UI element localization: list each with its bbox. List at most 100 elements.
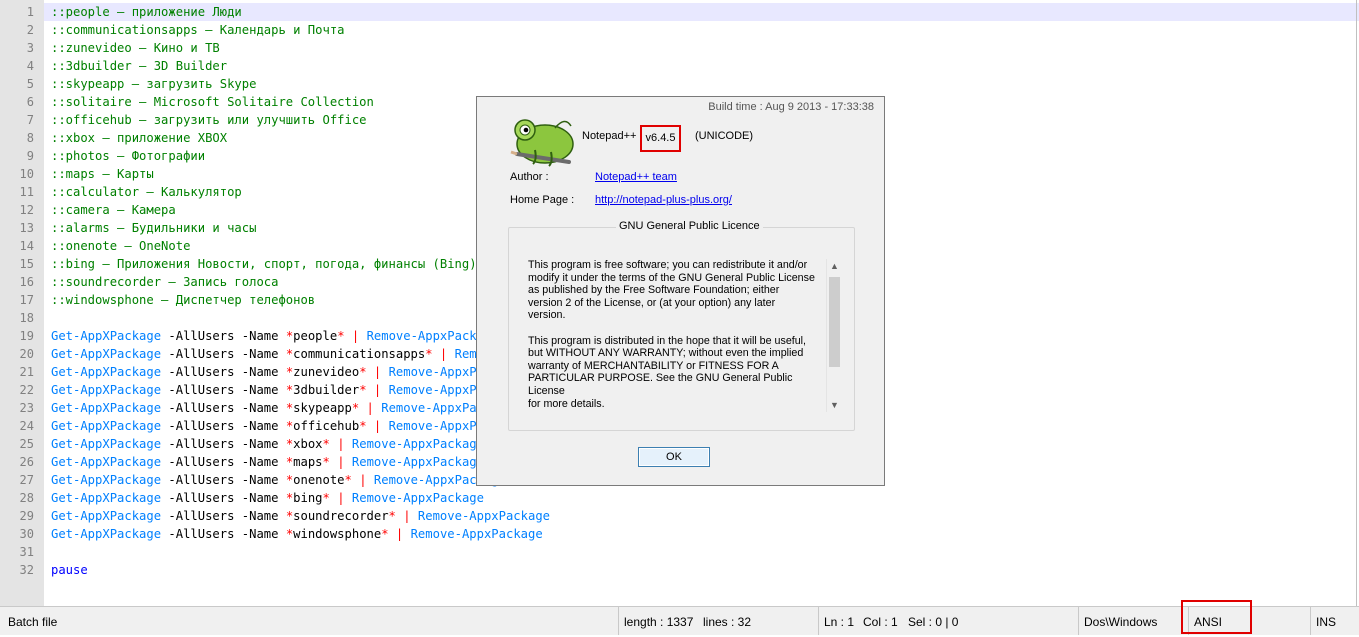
code-line[interactable]: ::communicationsapps — Календарь и Почта [51,21,1359,39]
scroll-up-icon[interactable]: ▲ [827,259,842,273]
line-number: 5 [26,77,34,91]
code-token: | [337,437,345,451]
code-token: | [337,491,345,505]
line-number: 24 [19,419,34,433]
code-token: Get-AppXPackage [51,329,162,343]
code-line[interactable] [51,543,1359,561]
licence-group: GNU General Public Licence This program … [508,220,855,431]
encoding-highlight-box [1181,600,1252,634]
ok-button[interactable]: OK [638,447,710,467]
code-token: Get-AppXPackage [51,365,162,379]
code-token: onenote [293,473,345,487]
line-number: 7 [26,113,34,127]
code-token: ::camera — Камера [51,203,176,217]
code-token: -AllUsers -Name [161,491,286,505]
code-token: pause [51,563,88,577]
charset-label: (UNICODE) [695,130,754,142]
homepage-link[interactable]: http://notepad-plus-plus.org/ [595,194,732,206]
licence-paragraph-2: This program is distributed in the hope … [528,334,807,410]
line-number: 27 [19,473,34,487]
line-number: 28 [19,491,34,505]
code-token: -AllUsers -Name [161,527,286,541]
code-line[interactable]: Get-AppXPackage -AllUsers -Name *windows… [51,525,1359,543]
code-token: -AllUsers -Name [161,509,286,523]
code-token: ::alarms — Будильники и часы [51,221,257,235]
code-token: -AllUsers -Name [161,419,286,433]
licence-text[interactable]: This program is free software; you can r… [528,259,821,412]
code-token: soundrecorder [293,509,389,523]
homepage-label: Home Page : [510,194,575,206]
chameleon-logo-icon [510,119,574,167]
code-line[interactable]: Get-AppXPackage -AllUsers -Name *bing* |… [51,489,1359,507]
code-token: 3dbuilder [293,383,360,397]
line-numbers: 1 2 3 4 5 6 7 8 9 10 11 12 13 14 15 16 17 18 19 20 21 22 23 24 2… [0,3,44,579]
status-language: Batch file [8,615,58,629]
code-token: * [359,383,367,397]
code-token: * [344,473,352,487]
code-token: Remove-AppxPackage [351,437,484,451]
code-line[interactable]: ::3dbuilder — 3D Builder [51,57,1359,75]
code-token: ::bing — Приложения Новости, спорт, пого… [51,257,477,271]
scroll-down-icon[interactable]: ▼ [827,398,842,412]
line-number: 29 [19,509,34,523]
code-token: ::onenote — OneNote [51,239,191,253]
code-token: Get-AppXPackage [51,401,162,415]
code-token: ::maps — Карты [51,167,154,181]
fold-margin [44,0,51,606]
line-number: 3 [26,41,34,55]
code-token: * [322,437,330,451]
code-token: Get-AppXPackage [51,383,162,397]
line-number: 21 [19,365,34,379]
line-number: 1 [26,5,34,19]
line-number: 23 [19,401,34,415]
build-time: Build time : Aug 9 2013 - 17:33:38 [708,101,874,113]
author-link[interactable]: Notepad++ team [595,171,677,183]
code-token: * [337,329,345,343]
code-line[interactable]: ::zunevideo — Кино и ТВ [51,39,1359,57]
code-token: officehub [293,419,360,433]
code-token: ::3dbuilder — 3D Builder [51,59,228,73]
line-number: 18 [19,311,34,325]
code-token: * [359,365,367,379]
licence-title: GNU General Public Licence [616,220,763,232]
code-token: -AllUsers -Name [161,473,286,487]
code-token: * [388,509,396,523]
edge-line [1356,0,1357,606]
code-token: * [425,347,433,361]
line-number: 10 [19,167,34,181]
line-number: 17 [19,293,34,307]
code-token: Get-AppXPackage [51,419,162,433]
line-number: 2 [26,23,34,37]
code-line[interactable]: pause [51,561,1359,579]
code-token: maps [293,455,323,469]
status-bar: Batch file length : 1337 lines : 32 Ln :… [0,600,1359,635]
scroll-thumb[interactable] [829,277,840,367]
licence-scrollbar[interactable]: ▲ ▼ [826,259,842,412]
code-token: -AllUsers -Name [161,365,286,379]
code-token: ::skypeapp — загрузить Skype [51,77,257,91]
code-token: Get-AppXPackage [51,527,162,541]
line-number: 4 [26,59,34,73]
line-number: 32 [19,563,34,577]
code-token: * [322,455,330,469]
code-token: Get-AppXPackage [51,437,162,451]
about-dialog: Build time : Aug 9 2013 - 17:33:38 Notep… [476,96,885,486]
code-token: | [359,473,367,487]
line-number: 13 [19,221,34,235]
code-token: skypeapp [293,401,352,415]
line-number: 30 [19,527,34,541]
code-line[interactable]: ::skypeapp — загрузить Skype [51,75,1359,93]
code-line[interactable]: Get-AppXPackage -AllUsers -Name *soundre… [51,507,1359,525]
code-line[interactable]: ::people — приложение Люди [44,3,1359,21]
code-token: zunevideo [293,365,360,379]
